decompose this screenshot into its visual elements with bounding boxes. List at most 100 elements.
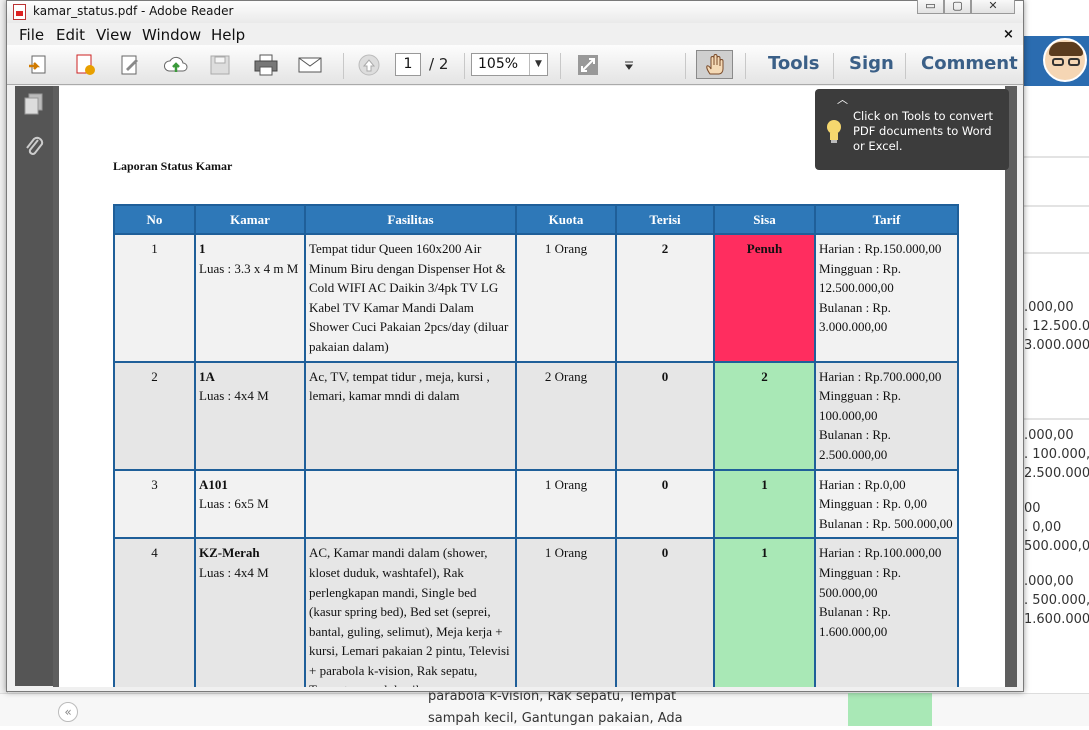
window-title: kamar_status.pdf - Adobe Reader	[33, 4, 234, 18]
background-value: 3.000.000,0	[1024, 338, 1089, 353]
room-name: 1	[199, 241, 206, 256]
room-name: A101	[199, 476, 228, 492]
zoom-value: 105%	[478, 56, 519, 72]
pdf-icon	[13, 4, 26, 20]
chevron-down-icon[interactable]: ▼	[529, 54, 547, 75]
room-size: Luas : 3.3 x 4 m M	[199, 260, 299, 276]
background-green-cell	[848, 693, 932, 726]
room-name: 1A	[199, 368, 215, 384]
menu-file[interactable]: File	[19, 26, 44, 44]
more-tools-dropdown-icon[interactable]	[615, 51, 643, 79]
hand-tool-icon[interactable]	[696, 50, 733, 79]
menu-edit[interactable]: Edit	[56, 26, 85, 44]
cell-kuota: 1 Orang	[515, 233, 617, 363]
document-viewport[interactable]: Laporan Status Kamar No Kamar Fasilitas …	[53, 86, 1017, 687]
table-row: 3 A101 Luas : 6x5 M 1 Orang 0 1 Harian : …	[113, 468, 959, 540]
background-bottom-text: parabola k-vision, Rak sepatu, Tempat sa…	[428, 689, 683, 726]
background-value: .000,00	[1024, 300, 1074, 315]
cell-no: 2	[113, 360, 196, 471]
cell-no: 1	[113, 233, 196, 363]
cell-tarif: Harian : Rp.100.000,00 Mingguan : Rp. 500…	[814, 537, 959, 687]
cell-tarif: Harian : Rp.0,00 Mingguan : Rp. 0,00 Bulan…	[814, 468, 959, 540]
background-divider	[1024, 418, 1089, 420]
cell-kuota: 1 Orang	[515, 537, 617, 687]
cell-kamar: KZ-Merah Luas : 4x4 M	[194, 537, 306, 687]
cell-terisi: 0	[615, 537, 715, 687]
cell-kuota: 1 Orang	[515, 468, 617, 540]
room-name: KZ-Merah	[199, 545, 260, 561]
create-pdf-icon[interactable]	[71, 51, 99, 79]
background-value: .000,00	[1024, 428, 1074, 443]
cell-tarif: Harian : Rp.700.000,00 Mingguan : Rp. 100…	[814, 360, 959, 471]
column-header: Terisi	[615, 204, 715, 235]
pages-thumbnail-icon[interactable]	[23, 92, 45, 120]
menu-window[interactable]: Window	[142, 26, 201, 44]
report-title: Laporan Status Kamar	[113, 159, 233, 173]
background-value: . 500.000,0	[1024, 593, 1089, 608]
menu-help[interactable]: Help	[211, 26, 245, 44]
table-row: 1 1 Luas : 3.3 x 4 m M Tempat tidur Queen…	[113, 233, 959, 363]
background-value: .000,00	[1024, 574, 1074, 589]
maximize-button[interactable]: ▢	[944, 0, 971, 14]
previous-page-icon[interactable]	[355, 51, 383, 79]
cell-fasilitas: AC, Kamar mandi dalam (shower, kloset du…	[304, 537, 517, 687]
close-button[interactable]: ✕	[971, 0, 1015, 14]
page-number-input[interactable]: 1	[395, 53, 421, 76]
background-divider	[1024, 205, 1089, 207]
cell-kamar: A101 Luas : 6x5 M	[194, 468, 306, 540]
table-header-row: No Kamar Fasilitas Kuota Terisi Sisa Tar…	[113, 204, 959, 235]
cell-fasilitas	[304, 468, 517, 540]
table-row: 4 KZ-Merah Luas : 4x4 M AC, Kamar mandi d…	[113, 537, 959, 687]
comment-link[interactable]: Comment	[921, 53, 1018, 74]
column-header: Kamar	[194, 204, 306, 235]
room-size: Luas : 4x4 M	[199, 564, 269, 580]
tooltip-text: Click on Tools to convert PDF documents …	[853, 109, 993, 153]
pdf-page: Laporan Status Kamar No Kamar Fasilitas …	[59, 86, 1005, 687]
document-close-icon[interactable]: ×	[1003, 27, 1014, 42]
attachments-icon[interactable]	[23, 134, 45, 164]
cell-terisi: 2	[615, 233, 715, 363]
title-bar: kamar_status.pdf - Adobe Reader ▭ ▢ ✕	[7, 0, 1023, 23]
collapse-button[interactable]: «	[58, 702, 78, 722]
cell-kamar: 1 Luas : 3.3 x 4 m M	[194, 233, 306, 363]
column-header: Kuota	[515, 204, 617, 235]
tools-link[interactable]: Tools	[768, 53, 820, 74]
background-divider	[1024, 252, 1089, 254]
room-status-table: No Kamar Fasilitas Kuota Terisi Sisa Tar…	[113, 204, 959, 687]
fullscreen-icon[interactable]	[574, 51, 602, 79]
cell-sisa: 2	[713, 360, 816, 471]
toolbar: 1 / 2 105% ▼ Tools Sign Comment	[7, 45, 1023, 85]
save-icon[interactable]	[206, 51, 234, 79]
background-value: 1.600.000,0	[1024, 612, 1089, 627]
tools-tooltip[interactable]: ︿ Click on Tools to convert PDF document…	[815, 89, 1009, 170]
print-icon[interactable]	[252, 51, 280, 79]
user-avatar[interactable]	[1043, 38, 1087, 82]
table-row: 2 1A Luas : 4x4 M Ac, TV, tempat tidur , …	[113, 360, 959, 471]
edit-pdf-icon[interactable]	[116, 51, 144, 79]
email-icon[interactable]	[296, 51, 324, 79]
column-header: No	[113, 204, 196, 235]
column-header: Sisa	[713, 204, 816, 235]
background-value: . 100.000,0	[1024, 447, 1089, 462]
room-size: Luas : 6x5 M	[199, 496, 269, 512]
background-value: . 12.500.00	[1024, 319, 1089, 334]
background-value: 2.500.000,0	[1024, 466, 1089, 481]
upload-cloud-icon[interactable]	[162, 51, 190, 79]
lightbulb-icon	[825, 117, 843, 145]
sign-link[interactable]: Sign	[849, 53, 894, 74]
background-value: 00	[1024, 501, 1041, 516]
open-icon[interactable]	[25, 51, 53, 79]
menu-view[interactable]: View	[96, 26, 132, 44]
zoom-select[interactable]: 105% ▼	[471, 53, 548, 76]
minimize-button[interactable]: ▭	[917, 0, 944, 14]
navigation-sidebar	[15, 86, 53, 686]
cell-terisi: 0	[615, 468, 715, 540]
background-value: 500.000,00	[1024, 539, 1089, 554]
page-total: / 2	[429, 55, 449, 73]
cell-kamar: 1A Luas : 4x4 M	[194, 360, 306, 471]
background-value: . 0,00	[1024, 520, 1062, 535]
cell-no: 3	[113, 468, 196, 540]
cell-kuota: 2 Orang	[515, 360, 617, 471]
cell-no: 4	[113, 537, 196, 687]
cell-sisa: Penuh	[713, 233, 816, 363]
